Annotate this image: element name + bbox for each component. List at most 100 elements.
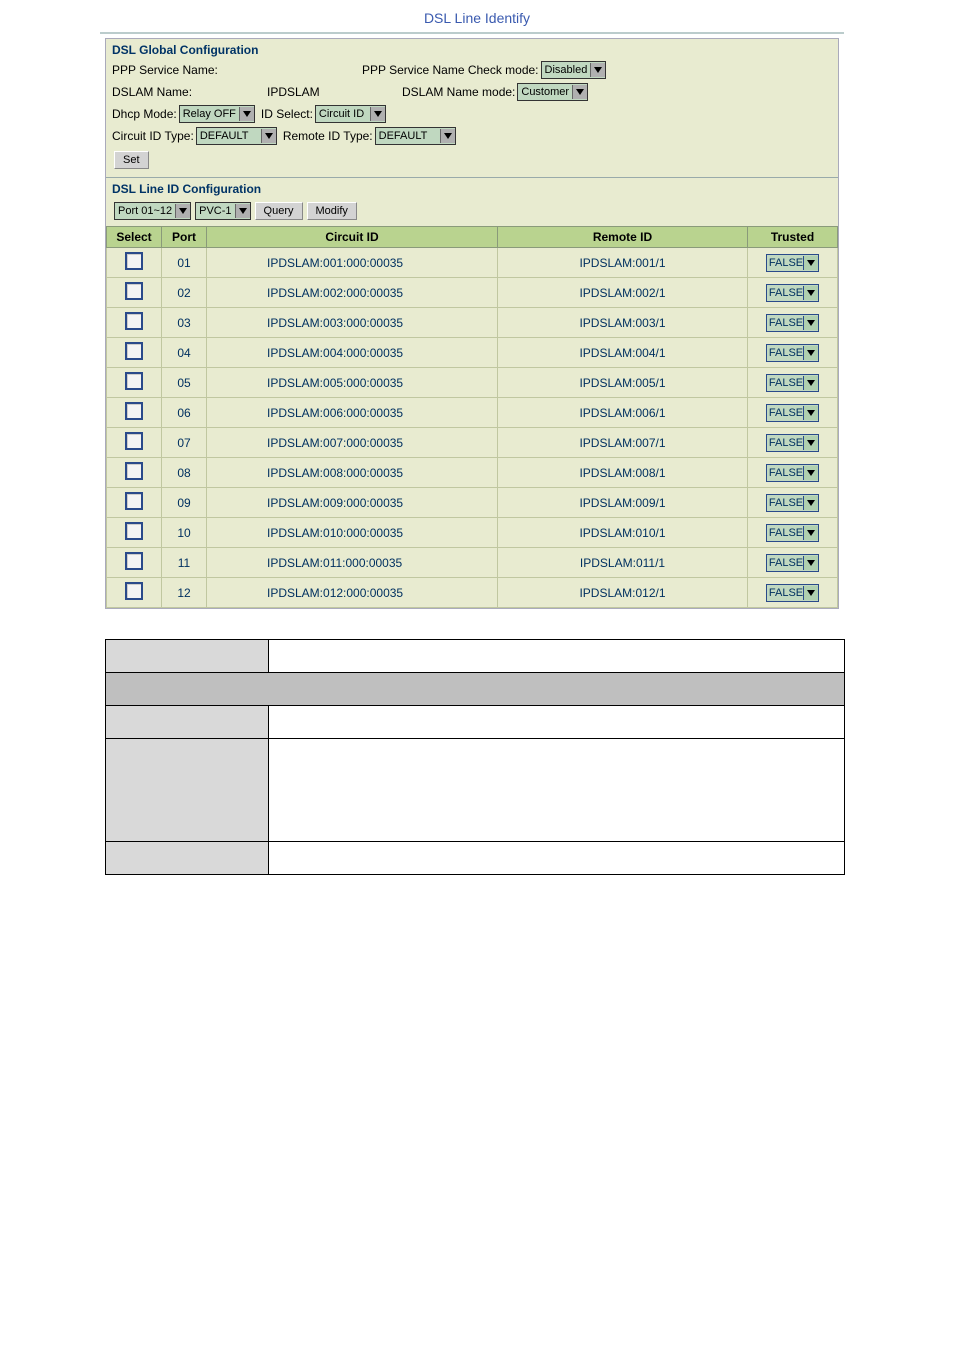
- row-select-checkbox[interactable]: [125, 582, 143, 600]
- table-row: 02IPDSLAM:002:000:00035IPDSLAM:002/1FALS…: [107, 278, 838, 308]
- chevron-down-icon: [803, 376, 818, 390]
- circuit-id-cell: IPDSLAM:004:000:00035: [207, 338, 498, 368]
- table-row: 04IPDSLAM:004:000:00035IPDSLAM:004/1 FALS…: [107, 338, 838, 368]
- chevron-down-icon: [572, 85, 587, 99]
- doc-cell: [106, 673, 845, 706]
- chevron-down-icon: [803, 526, 818, 540]
- port-cell: 03: [162, 308, 207, 338]
- remote-id-cell: IPDSLAM:008/1: [498, 458, 748, 488]
- col-port: Port: [162, 227, 207, 248]
- trusted-select[interactable]: FALSE: [766, 464, 819, 482]
- row-select-checkbox[interactable]: [125, 462, 143, 480]
- circuit-id-type-select[interactable]: DEFAULT: [196, 127, 277, 145]
- row-select-checkbox[interactable]: [125, 552, 143, 570]
- pvc-select[interactable]: PVC-1: [195, 202, 250, 220]
- trusted-select[interactable]: FALSE: [766, 494, 819, 512]
- col-circuit: Circuit ID: [207, 227, 498, 248]
- chevron-down-icon: [803, 286, 818, 300]
- row-select-checkbox[interactable]: [125, 522, 143, 540]
- chevron-down-icon: [803, 556, 818, 570]
- table-row: 10IPDSLAM:010:000:00035IPDSLAM:010/1 FALS…: [107, 518, 838, 548]
- doc-cell: [269, 640, 845, 673]
- chevron-down-icon: [235, 204, 250, 218]
- port-cell: 05: [162, 368, 207, 398]
- col-select: Select: [107, 227, 162, 248]
- doc-cell: [106, 640, 269, 673]
- modify-button[interactable]: Modify: [307, 202, 357, 220]
- trusted-select[interactable]: FALSE: [766, 284, 819, 302]
- remote-id-type-label: Remote ID Type:: [283, 129, 373, 143]
- chevron-down-icon: [803, 406, 818, 420]
- port-cell: 04: [162, 338, 207, 368]
- table-row: 05IPDSLAM:005:000:00035IPDSLAM:005/1FALS…: [107, 368, 838, 398]
- circuit-id-cell: IPDSLAM:003:000:00035: [207, 308, 498, 338]
- row-select-checkbox[interactable]: [125, 432, 143, 450]
- port-cell: 09: [162, 488, 207, 518]
- row-select-checkbox[interactable]: [125, 252, 143, 270]
- row-select-checkbox[interactable]: [125, 492, 143, 510]
- row-select-checkbox[interactable]: [125, 402, 143, 420]
- port-range-select[interactable]: Port 01~12: [114, 202, 191, 220]
- chevron-down-icon: [803, 496, 818, 510]
- chevron-down-icon: [261, 129, 276, 143]
- dslam-name-mode-select[interactable]: Customer: [517, 83, 588, 101]
- trusted-select[interactable]: FALSE: [766, 434, 819, 452]
- doc-cell: [269, 739, 845, 842]
- circuit-id-cell: IPDSLAM:002:000:00035: [207, 278, 498, 308]
- remote-id-cell: IPDSLAM:011/1: [498, 548, 748, 578]
- chevron-down-icon: [440, 129, 455, 143]
- doc-cell: [269, 706, 845, 739]
- chevron-down-icon: [803, 316, 818, 330]
- table-row: 01IPDSLAM:001:000:00035IPDSLAM:001/1FALS…: [107, 248, 838, 278]
- port-cell: 12: [162, 578, 207, 608]
- port-cell: 08: [162, 458, 207, 488]
- circuit-id-cell: IPDSLAM:005:000:00035: [207, 368, 498, 398]
- config-panel: DSL Global Configuration PPP Service Nam…: [105, 38, 839, 609]
- id-select-label: ID Select:: [261, 107, 313, 121]
- trusted-select[interactable]: FALSE: [766, 404, 819, 422]
- trusted-select[interactable]: FALSE: [766, 374, 819, 392]
- circuit-id-cell: IPDSLAM:007:000:00035: [207, 428, 498, 458]
- doc-cell: [106, 706, 269, 739]
- trusted-select[interactable]: FALSE: [766, 584, 819, 602]
- remote-id-cell: IPDSLAM:004/1: [498, 338, 748, 368]
- row-select-checkbox[interactable]: [125, 342, 143, 360]
- port-cell: 10: [162, 518, 207, 548]
- circuit-id-cell: IPDSLAM:010:000:00035: [207, 518, 498, 548]
- global-config-heading: DSL Global Configuration: [106, 39, 838, 59]
- chevron-down-icon: [239, 107, 254, 121]
- chevron-down-icon: [803, 346, 818, 360]
- circuit-id-cell: IPDSLAM:008:000:00035: [207, 458, 498, 488]
- table-row: 07IPDSLAM:007:000:00035IPDSLAM:007/1FALS…: [107, 428, 838, 458]
- remote-id-cell: IPDSLAM:006/1: [498, 398, 748, 428]
- row-select-checkbox[interactable]: [125, 282, 143, 300]
- chevron-down-icon: [803, 466, 818, 480]
- remote-id-cell: IPDSLAM:007/1: [498, 428, 748, 458]
- remote-id-type-select[interactable]: DEFAULT: [375, 127, 456, 145]
- query-button[interactable]: Query: [255, 202, 303, 220]
- chevron-down-icon: [370, 107, 385, 121]
- set-button[interactable]: Set: [114, 151, 149, 169]
- dhcp-mode-select[interactable]: Relay OFF: [179, 105, 255, 123]
- table-row: 03IPDSLAM:003:000:00035IPDSLAM:003/1 FALS…: [107, 308, 838, 338]
- trusted-select[interactable]: FALSE: [766, 254, 819, 272]
- chevron-down-icon: [803, 256, 818, 270]
- circuit-id-cell: IPDSLAM:011:000:00035: [207, 548, 498, 578]
- row-select-checkbox[interactable]: [125, 372, 143, 390]
- trusted-select[interactable]: FALSE: [766, 344, 819, 362]
- ppp-check-mode-select[interactable]: Disabled: [541, 61, 607, 79]
- id-select-select[interactable]: Circuit ID: [315, 105, 386, 123]
- remote-id-cell: IPDSLAM:010/1: [498, 518, 748, 548]
- trusted-select[interactable]: FALSE: [766, 314, 819, 332]
- chevron-down-icon: [803, 436, 818, 450]
- remote-id-cell: IPDSLAM:003/1: [498, 308, 748, 338]
- ppp-service-name-label: PPP Service Name:: [112, 63, 362, 77]
- trusted-select[interactable]: FALSE: [766, 554, 819, 572]
- doc-cell: [106, 739, 269, 842]
- trusted-select[interactable]: FALSE: [766, 524, 819, 542]
- dslam-name-label: DSLAM Name:: [112, 85, 267, 99]
- circuit-id-cell: IPDSLAM:012:000:00035: [207, 578, 498, 608]
- dslam-name-mode-label: DSLAM Name mode:: [402, 85, 515, 99]
- row-select-checkbox[interactable]: [125, 312, 143, 330]
- port-cell: 02: [162, 278, 207, 308]
